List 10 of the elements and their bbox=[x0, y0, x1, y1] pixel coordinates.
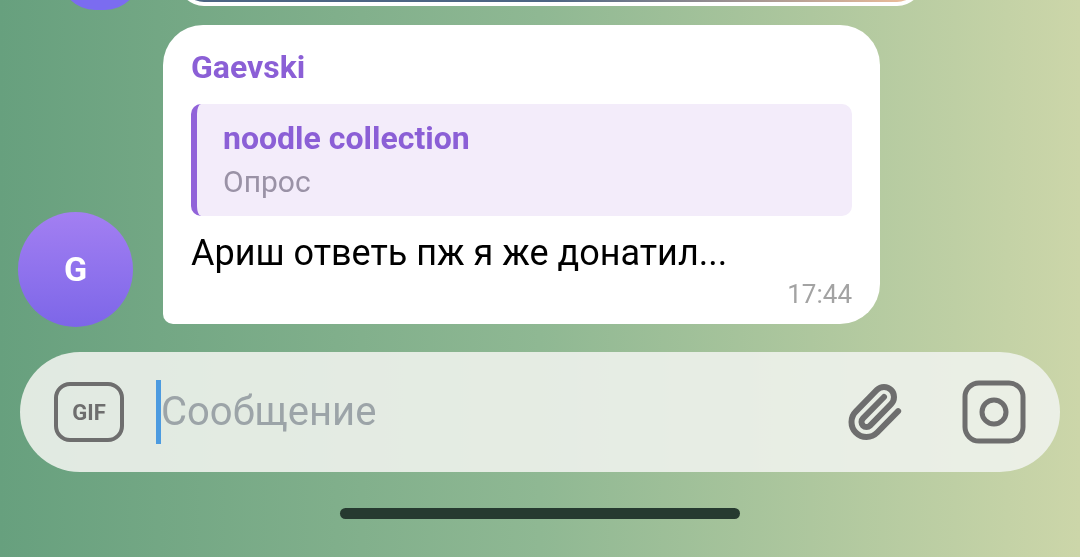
avatar[interactable]: G bbox=[18, 212, 133, 327]
reply-subtitle: Опрос bbox=[223, 163, 312, 201]
camera-icon[interactable] bbox=[962, 380, 1026, 444]
message-input[interactable]: Сообщение bbox=[161, 382, 561, 442]
reply-quote[interactable]: noodle collection Опрос bbox=[191, 104, 852, 216]
sender-name[interactable]: Gaevski bbox=[191, 45, 852, 89]
message-text: Ариш ответь пж я же донатил... bbox=[191, 231, 729, 276]
reply-title: noodle collection bbox=[223, 118, 471, 159]
gif-button[interactable]: GIF bbox=[54, 382, 124, 442]
message-time: 17:44 bbox=[787, 278, 852, 310]
